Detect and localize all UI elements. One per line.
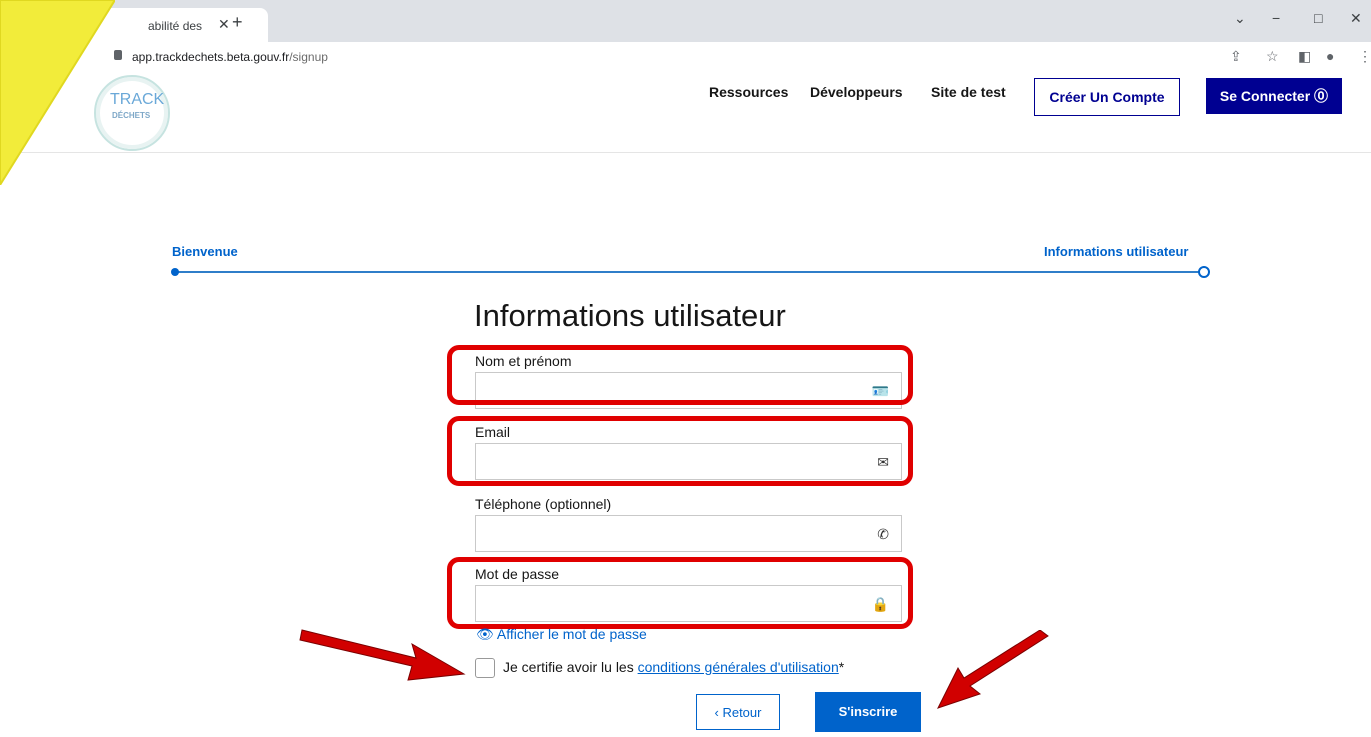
create-account-button[interactable]: Créer Un Compte <box>1034 78 1180 116</box>
sidepanel-icon[interactable]: ◧ <box>1298 48 1311 65</box>
stepper-line <box>175 271 1207 273</box>
login-button[interactable]: Se Connecter ⓪ <box>1206 78 1342 114</box>
stepper-dot-current <box>1198 266 1210 278</box>
step-informations: Informations utilisateur <box>1044 244 1189 259</box>
site-header: TRACK DÉCHETS Ressources Développeurs Si… <box>0 72 1371 153</box>
nav-developpeurs[interactable]: Développeurs <box>810 84 903 100</box>
url-host: app.trackdechets.beta.gouv.fr <box>132 50 290 64</box>
phone-input[interactable] <box>476 516 872 550</box>
back-button[interactable]: ‹ Retour <box>696 694 780 730</box>
minimize-icon[interactable]: − <box>1272 10 1280 26</box>
url-path: /signup <box>289 50 328 64</box>
close-icon[interactable]: ✕ <box>218 16 230 33</box>
bookmark-star-icon[interactable]: ☆ <box>1266 48 1279 65</box>
profile-icon[interactable]: ● <box>1326 48 1334 64</box>
cgu-label: Je certifie avoir lu les conditions géné… <box>503 659 844 675</box>
stepper-dot-done <box>171 268 179 276</box>
nav-ressources[interactable]: Ressources <box>709 84 788 100</box>
submit-button[interactable]: S'inscrire <box>815 692 921 732</box>
page-title: Informations utilisateur <box>474 298 786 333</box>
step-bienvenue: Bienvenue <box>172 244 238 259</box>
logo-text-track: TRACK <box>110 91 165 108</box>
browser-tab-bar: abilité des ✕ + ⌄ − □ ✕ <box>0 0 1371 42</box>
menu-dots-icon[interactable]: ⋮ <box>1358 48 1371 65</box>
tab-title: abilité des <box>148 19 203 33</box>
window-close-icon[interactable]: ✕ <box>1350 10 1362 27</box>
highlight-email-field <box>447 416 913 486</box>
share-icon[interactable]: ⇪ <box>1230 48 1242 65</box>
url-text[interactable]: app.trackdechets.beta.gouv.fr/signup <box>132 50 328 64</box>
nav-site-de-test[interactable]: Site de test <box>931 84 1006 100</box>
phone-icon: ✆ <box>877 526 889 542</box>
arrow-to-checkbox-icon <box>299 629 466 681</box>
cgu-checkbox[interactable] <box>475 658 495 678</box>
logo-text-dechets: DÉCHETS <box>112 111 151 120</box>
address-bar[interactable]: app.trackdechets.beta.gouv.fr/signup ⇪ ☆… <box>0 42 1371 73</box>
sticky-note-overlay <box>0 0 115 185</box>
cgu-suffix: * <box>838 659 845 675</box>
label-phone: Téléphone (optionnel) <box>475 496 612 512</box>
cgu-link[interactable]: conditions générales d'utilisation <box>638 659 839 675</box>
cgu-prefix: Je certifie avoir lu les <box>503 659 638 675</box>
arrow-to-submit-icon <box>937 630 1049 709</box>
chevron-down-icon[interactable]: ⌄ <box>1234 10 1246 27</box>
eye-icon: 👁 <box>476 626 497 642</box>
show-password-link[interactable]: 👁 Afficher le mot de passe <box>476 626 647 643</box>
phone-field[interactable]: ✆ <box>475 515 902 552</box>
highlight-password-field <box>447 557 913 629</box>
show-password-label: Afficher le mot de passe <box>496 626 647 642</box>
maximize-icon[interactable]: □ <box>1314 10 1322 26</box>
new-tab-icon[interactable]: + <box>232 12 243 33</box>
lock-icon <box>114 50 122 60</box>
highlight-name-field <box>447 345 913 405</box>
